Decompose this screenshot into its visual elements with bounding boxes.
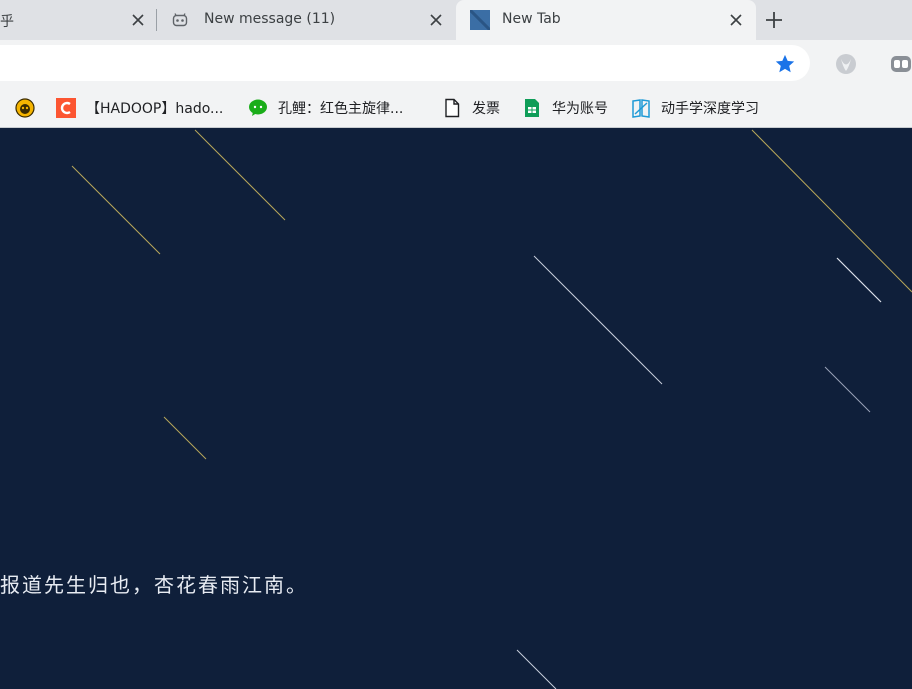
close-icon[interactable] xyxy=(728,12,744,28)
bookmark-d2l[interactable]: 动手学深度学习 xyxy=(631,88,759,127)
bookmark-hadoop[interactable]: 【HADOOP】hado... xyxy=(56,88,223,127)
bookmark-label: 动手学深度学习 xyxy=(661,100,759,117)
meteor-streak xyxy=(751,129,912,293)
meteor-shower xyxy=(71,129,912,689)
meteor-streak xyxy=(533,255,663,385)
bookmark-invoice[interactable]: 发票 xyxy=(442,88,500,127)
bookmark-huawei[interactable]: 华为账号 xyxy=(522,88,608,127)
robot-icon xyxy=(172,12,188,28)
bookmark-monkey[interactable] xyxy=(15,88,45,127)
monkey-icon xyxy=(15,97,35,118)
tab-title: 乎 xyxy=(0,14,14,30)
bookmark-label: 孔鲤：红色主旋律... xyxy=(278,100,404,117)
tab-new-tab[interactable]: New Tab xyxy=(456,0,756,40)
toolbar xyxy=(0,40,912,88)
new-tab-button[interactable] xyxy=(762,8,786,32)
meteor-streak xyxy=(516,649,557,689)
meteor-streak xyxy=(71,165,161,255)
newtab-icon xyxy=(470,10,490,30)
sheet-icon xyxy=(522,98,542,118)
tab-title: New Tab xyxy=(502,11,561,27)
meteor-streak xyxy=(163,416,207,460)
bookmark-wechat[interactable]: 孔鲤：红色主旋律... xyxy=(248,88,403,127)
bookmark-label: 华为账号 xyxy=(552,100,608,117)
tab-zhihu[interactable]: 乎 xyxy=(0,0,156,40)
browser-window: 乎 New message (11) New Tab 【HADOOP】hado.… xyxy=(0,0,912,689)
bookmark-label: 【HADOOP】hado... xyxy=(86,100,224,117)
tab-new-message[interactable]: New message (11) xyxy=(158,0,454,40)
address-bar[interactable] xyxy=(0,45,810,81)
meteor-streak xyxy=(836,257,882,303)
bookmark-label: 发票 xyxy=(472,100,500,117)
book-icon xyxy=(631,98,651,118)
close-icon[interactable] xyxy=(130,12,146,28)
poem-text: 报道先生归也，杏花春雨江南。 xyxy=(0,573,308,597)
tab-separator xyxy=(156,9,157,31)
extension-eyes-icon[interactable] xyxy=(890,53,912,75)
bookmarks-bar: 【HADOOP】hado... 孔鲤：红色主旋律... 发票 华为账号 动手学深… xyxy=(0,88,912,128)
meteor-streak xyxy=(194,129,286,221)
meteor-streak xyxy=(824,366,871,413)
plus-icon xyxy=(766,12,782,28)
page-content: 报道先生归也，杏花春雨江南。 xyxy=(0,128,912,689)
bookmark-star-icon[interactable] xyxy=(774,53,796,75)
document-icon xyxy=(442,98,462,118)
extension-shield-icon[interactable] xyxy=(834,52,858,76)
close-icon[interactable] xyxy=(428,12,444,28)
wechat-icon xyxy=(248,98,268,118)
tab-strip: 乎 New message (11) New Tab xyxy=(0,0,912,40)
csdn-icon xyxy=(56,97,76,118)
tab-title: New message (11) xyxy=(204,11,336,27)
